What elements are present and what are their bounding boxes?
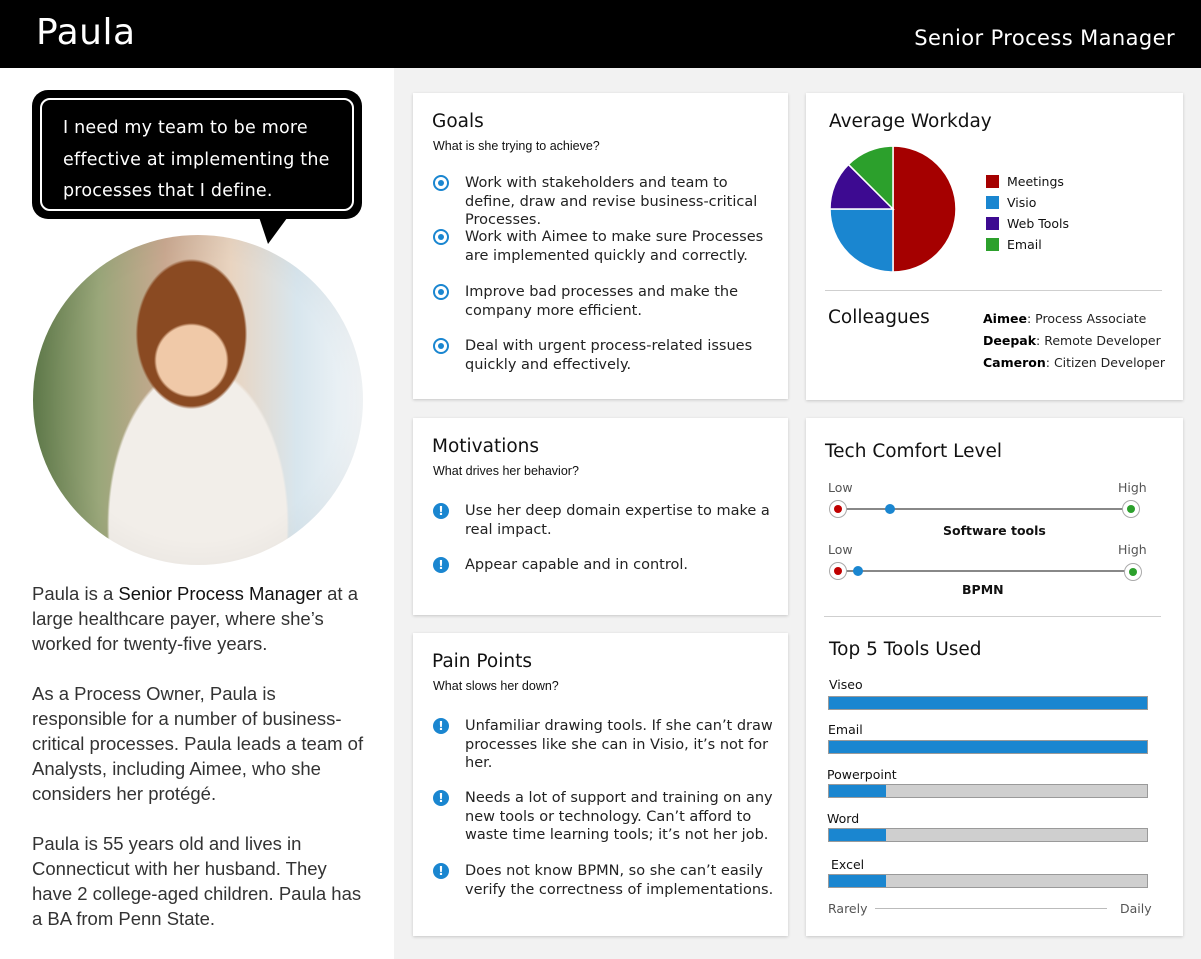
exclamation-icon: ! [433, 718, 449, 734]
pain-points-subtitle: What slows her down? [433, 679, 559, 693]
tool-label: Email [828, 722, 863, 737]
high-endpoint-icon [1124, 563, 1142, 581]
scale-name-bpmn: BPMN [962, 582, 1004, 597]
exclamation-icon: ! [433, 557, 449, 573]
low-endpoint-icon [829, 562, 847, 580]
tool-bar-fill [829, 785, 887, 797]
exclamation-icon: ! [433, 790, 449, 806]
tool-bar-fill [829, 697, 1147, 709]
quote-text: I need my team to be more effective at i… [63, 118, 330, 201]
header-bar: Paula Senior Process Manager [0, 0, 1201, 68]
tool-bar-fill [829, 741, 1147, 753]
tools-axis-high: Daily [1120, 901, 1152, 916]
target-icon [433, 284, 449, 300]
high-endpoint-icon [1122, 500, 1140, 518]
scale-low-label: Low [828, 480, 853, 495]
comfort-track-bpmn [837, 570, 1131, 572]
tool-label: Word [827, 811, 860, 826]
top-tools-title: Top 5 Tools Used [829, 639, 982, 660]
pie-slice-visio [829, 208, 894, 273]
bio-role-highlight: Senior Process Manager [118, 583, 322, 604]
colleague-item: Deepak: Remote Developer [983, 333, 1161, 348]
target-icon [433, 229, 449, 245]
bio-paragraph-3: Paula is 55 years old and lives in Conne… [32, 833, 362, 929]
comfort-track-software [837, 508, 1131, 510]
tool-bar [828, 740, 1148, 754]
tech-card: Tech Comfort Level Low High Software too… [806, 418, 1183, 936]
workday-pie-chart [829, 145, 957, 273]
motivations-subtitle: What drives her behavior? [433, 464, 579, 478]
goals-card: Goals What is she trying to achieve? Wor… [413, 93, 788, 399]
pain-points-title: Pain Points [432, 651, 532, 672]
colleague-item: Aimee: Process Associate [983, 311, 1147, 326]
motivations-title: Motivations [432, 436, 540, 457]
divider [824, 616, 1161, 617]
legend-swatch [986, 175, 999, 188]
bio-paragraph-2: As a Process Owner, Paula is responsible… [32, 683, 364, 804]
tool-label: Excel [831, 857, 865, 872]
tech-comfort-title: Tech Comfort Level [825, 441, 1002, 462]
tool-bar [828, 784, 1148, 798]
legend-swatch [986, 217, 999, 230]
target-icon [433, 175, 449, 191]
quote-bubble: I need my team to be more effective at i… [34, 92, 360, 217]
comfort-marker-software [884, 504, 895, 514]
target-icon [433, 338, 449, 354]
colleagues-title: Colleagues [828, 307, 930, 328]
workday-card: Average Workday Meetings Visio Web Tools… [806, 93, 1183, 400]
tool-label: Viseo [829, 677, 863, 692]
pie-slice-meetings [892, 145, 957, 273]
scale-low-label: Low [828, 542, 853, 557]
legend-swatch [986, 238, 999, 251]
persona-photo [33, 235, 363, 565]
colleague-item: Cameron: Citizen Developer [983, 355, 1165, 370]
tools-axis-line [875, 908, 1107, 909]
scale-name-software: Software tools [943, 523, 1046, 538]
divider [825, 290, 1162, 291]
goals-title: Goals [432, 111, 484, 132]
persona-role: Senior Process Manager [914, 26, 1175, 50]
exclamation-icon: ! [433, 503, 449, 519]
workday-title: Average Workday [829, 111, 992, 132]
tool-label: Powerpoint [827, 767, 897, 782]
motivations-card: Motivations What drives her behavior? ! … [413, 418, 788, 615]
bio-paragraph-1: Paula is a Senior Process Manager at a l… [32, 583, 358, 654]
tools-axis-low: Rarely [828, 901, 868, 916]
tool-bar [828, 696, 1148, 710]
legend-swatch [986, 196, 999, 209]
comfort-marker-bpmn [852, 566, 863, 576]
tool-bar [828, 828, 1148, 842]
persona-name: Paula [36, 12, 136, 53]
goals-subtitle: What is she trying to achieve? [433, 139, 600, 153]
scale-high-label: High [1118, 542, 1147, 557]
low-endpoint-icon [829, 500, 847, 518]
scale-high-label: High [1118, 480, 1147, 495]
exclamation-icon: ! [433, 863, 449, 879]
tool-bar [828, 874, 1148, 888]
tool-bar-fill [829, 875, 887, 887]
pain-points-card: Pain Points What slows her down? ! Unfam… [413, 633, 788, 936]
tool-bar-fill [829, 829, 887, 841]
